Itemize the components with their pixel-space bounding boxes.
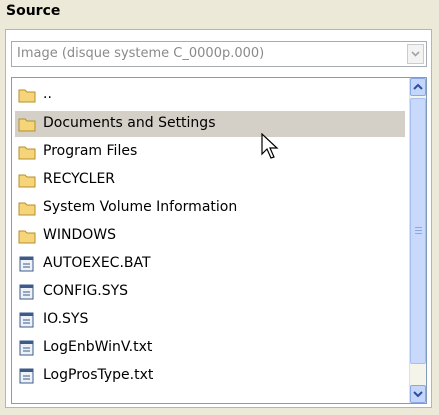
list-item[interactable]: Program Files [15,139,405,165]
source-dropdown-value: Image (disque systeme C_0000p.000) [17,46,265,61]
list-item[interactable]: AUTOEXEC.BAT [15,251,405,277]
list-item-label: Program Files [43,143,138,159]
file-icon [19,368,34,384]
list-item-label: System Volume Information [43,199,238,215]
scroll-thumb[interactable] [410,98,426,364]
list-item[interactable]: CONFIG.SYS [15,279,405,305]
folder-icon [18,174,36,188]
list-item-selected[interactable]: Documents and Settings [15,111,405,137]
scroll-down-button[interactable] [410,385,426,403]
list-item-label: LogProsType.txt [43,367,154,383]
source-dropdown[interactable]: Image (disque systeme C_0000p.000) [11,41,427,67]
vertical-scrollbar[interactable] [409,78,426,403]
file-icon [19,256,34,272]
folder-icon [18,230,36,244]
list-item[interactable]: LogProsType.txt [15,363,405,389]
file-list[interactable]: .. Documents and Settings Program Files … [11,77,427,404]
chevron-down-icon [413,391,423,398]
list-item[interactable]: .. [15,82,405,108]
list-item-label: Documents and Settings [43,115,216,131]
list-item-label: AUTOEXEC.BAT [43,255,151,271]
list-item-label: CONFIG.SYS [43,283,129,299]
mouse-pointer-icon [261,133,279,159]
folder-icon [18,202,36,216]
list-item-label: LogEnbWinV.txt [43,339,153,355]
thumb-grip [415,233,422,234]
list-item-label: .. [43,86,52,102]
file-icon [19,340,34,356]
list-item[interactable]: LogEnbWinV.txt [15,335,405,361]
section-title: Source [6,3,61,19]
list-item[interactable]: RECYCLER [15,167,405,193]
thumb-grip [415,227,422,228]
list-item-label: RECYCLER [43,171,116,187]
thumb-grip [415,230,422,231]
dropdown-button[interactable] [407,44,424,64]
list-item[interactable]: System Volume Information [15,195,405,221]
folder-icon [18,89,36,103]
chevron-down-icon [411,51,420,57]
list-item-label: IO.SYS [43,311,89,327]
folder-icon [18,146,36,160]
list-item[interactable]: IO.SYS [15,307,405,333]
folder-icon [18,118,36,132]
list-item[interactable]: WINDOWS [15,223,405,249]
file-icon [19,312,34,328]
chevron-up-icon [413,83,423,90]
scroll-up-button[interactable] [410,78,426,96]
file-icon [19,284,34,300]
list-item-label: WINDOWS [43,227,116,243]
